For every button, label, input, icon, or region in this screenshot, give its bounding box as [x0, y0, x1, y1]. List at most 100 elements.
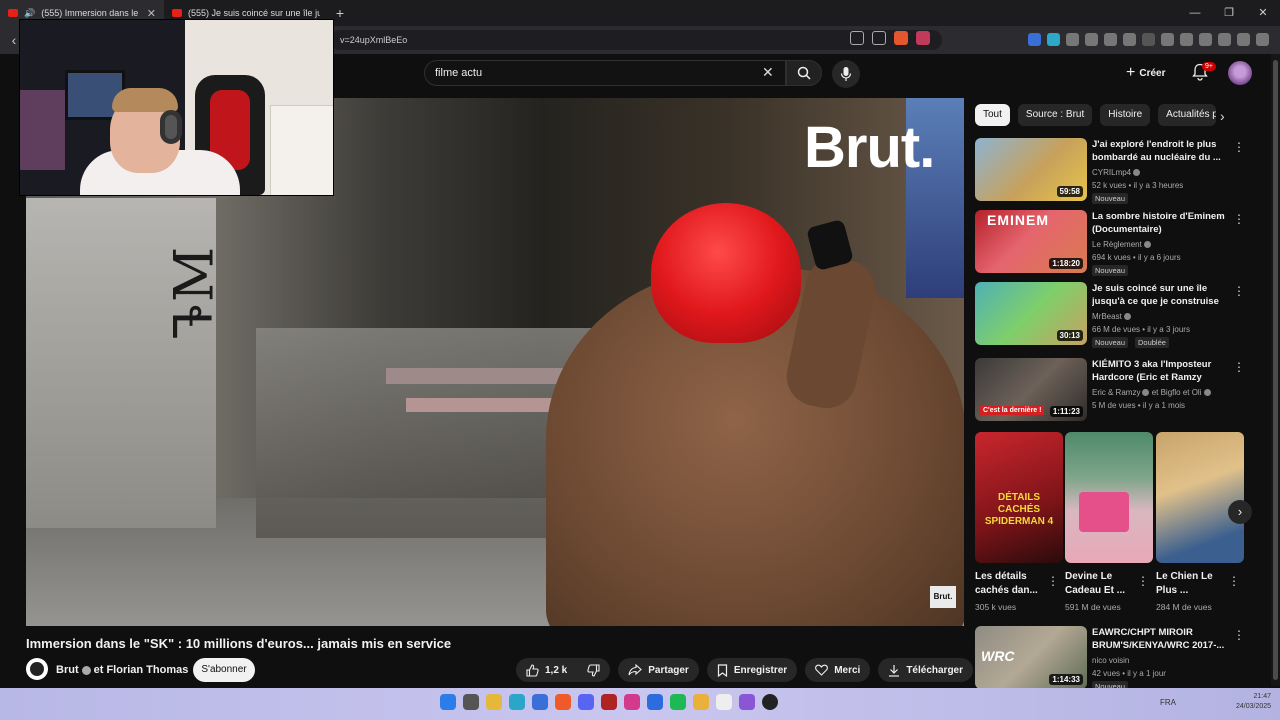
file-explorer-icon[interactable]	[486, 694, 502, 710]
webcam-person-hair	[112, 88, 178, 112]
channel-avatar[interactable]	[26, 658, 48, 680]
video-thumbnail[interactable]: EMINEM 1:18:20	[975, 210, 1087, 273]
collab-text[interactable]: et Florian Thomas	[94, 664, 189, 676]
kebab-menu-icon[interactable]: ⋮	[1233, 212, 1245, 226]
kebab-menu-icon[interactable]: ⋮	[1137, 574, 1149, 588]
kebab-menu-icon[interactable]: ⋮	[1233, 628, 1245, 642]
download-button[interactable]: Télécharger	[878, 658, 974, 682]
mail-icon[interactable]	[532, 694, 548, 710]
ai-icon[interactable]	[1218, 33, 1231, 46]
close-tab-icon[interactable]: ✕	[147, 7, 156, 20]
tab-title: (555) Immersion dans le "SK"	[41, 8, 141, 18]
app-icon[interactable]	[739, 694, 755, 710]
short-item[interactable]: Devine Le Cadeau Et ... 591 M de vues ⋮	[1065, 432, 1153, 612]
channel-text: Eric & Ramzy	[1092, 388, 1141, 397]
vpn-icon[interactable]	[1237, 33, 1250, 46]
kebab-menu-icon[interactable]: ⋮	[1228, 574, 1240, 588]
extension-icon[interactable]	[1123, 33, 1136, 46]
discord-icon[interactable]	[578, 694, 594, 710]
puzzle-icon[interactable]	[1104, 33, 1117, 46]
account-avatar[interactable]	[1228, 61, 1252, 85]
brave-shield-icon[interactable]	[894, 31, 908, 45]
video-thumbnail[interactable]: WRC 1:14:33	[975, 626, 1087, 689]
obs-icon[interactable]	[762, 694, 778, 710]
kebab-menu-icon[interactable]: ⋮	[1047, 574, 1059, 588]
extension-icon[interactable]	[1028, 33, 1041, 46]
short-thumbnail[interactable]	[1156, 432, 1244, 563]
recommendation-item[interactable]: 30:13 Je suis coincé sur une île jusqu'à…	[975, 282, 1265, 348]
system-tray-lang[interactable]: FRA	[1160, 698, 1176, 707]
kebab-menu-icon[interactable]: ⋮	[1233, 140, 1245, 154]
speaker-icon[interactable]: 🔊	[24, 8, 35, 19]
youtube-favicon-icon	[8, 9, 18, 17]
rewards-icon[interactable]	[916, 31, 930, 45]
thumbnail-text: EMINEM	[987, 212, 1049, 228]
duration-badge: 1:14:33	[1049, 674, 1083, 685]
clear-search-icon[interactable]: ✕	[762, 64, 774, 81]
short-item[interactable]: Le Chien Le Plus ... 284 M de vues ⋮	[1156, 432, 1244, 612]
video-thumbnail[interactable]: 59:58	[975, 138, 1087, 201]
channel-name-text[interactable]: Brut	[56, 664, 79, 676]
chevron-right-icon[interactable]: ›	[1220, 108, 1225, 124]
music-icon[interactable]	[1161, 33, 1174, 46]
search-input[interactable]: filme actu	[424, 60, 786, 86]
minimize-icon[interactable]: —	[1178, 0, 1212, 26]
filter-chips: Tout Source : Brut Histoire Actualités p…	[975, 104, 1217, 126]
create-button[interactable]: + Créer	[1126, 62, 1165, 84]
short-item[interactable]: DÉTAILS CACHÉS SPIDERMAN 4 Les détails c…	[975, 432, 1063, 612]
extension-icon[interactable]	[1047, 33, 1060, 46]
page-scrollbar[interactable]	[1271, 54, 1280, 686]
recommendation-item[interactable]: WRC 1:14:33 EAWRC/CHPT MIROIR BRUM'S/KEN…	[975, 626, 1265, 692]
menu-icon[interactable]	[1256, 33, 1269, 46]
windows-start-icon[interactable]	[440, 694, 456, 710]
chip-history[interactable]: Histoire	[1100, 104, 1151, 126]
like-button[interactable]: 1,2 k	[516, 658, 611, 682]
save-button[interactable]: Enregistrer	[706, 658, 798, 682]
extension-icon[interactable]	[1142, 33, 1155, 46]
recommendation-item[interactable]: EMINEM 1:18:20 La sombre histoire d'Emin…	[975, 210, 1265, 276]
extension-icon[interactable]	[1066, 33, 1079, 46]
app-icon[interactable]	[624, 694, 640, 710]
taskbar-clock[interactable]: 21:47 24/03/2025	[1236, 692, 1271, 712]
thanks-button[interactable]: Merci	[805, 658, 871, 682]
shorts-next-button[interactable]: ›	[1228, 500, 1252, 524]
spotify-icon[interactable]	[670, 694, 686, 710]
restore-icon[interactable]: ❐	[1212, 0, 1246, 26]
chip-source-brut[interactable]: Source : Brut	[1017, 104, 1093, 126]
short-title: Les détails cachés dan...	[975, 571, 1038, 596]
sidebar-toggle-icon[interactable]	[1180, 33, 1193, 46]
brave-icon[interactable]	[555, 694, 571, 710]
cast-icon[interactable]	[850, 31, 864, 45]
extension-icon[interactable]	[1085, 33, 1098, 46]
thumbs-down-icon[interactable]	[587, 663, 600, 677]
recommendation-item[interactable]: 59:58 J'ai exploré l'endroit le plus bom…	[975, 138, 1265, 204]
share-button[interactable]: Partager	[618, 658, 699, 682]
recommendation-item[interactable]: C'est la dernière ! 1:11:23 KIÉMITO 3 ak…	[975, 358, 1265, 424]
short-thumbnail[interactable]: DÉTAILS CACHÉS SPIDERMAN 4	[975, 432, 1063, 563]
wallet-icon[interactable]	[1199, 33, 1212, 46]
video-thumbnail[interactable]: C'est la dernière ! 1:11:23	[975, 358, 1087, 421]
chrome-icon[interactable]	[693, 694, 709, 710]
chip-news[interactable]: Actualités po	[1158, 104, 1217, 126]
subscribe-button[interactable]: S'abonner	[193, 658, 255, 682]
short-thumbnail[interactable]	[1065, 432, 1153, 563]
share-page-icon[interactable]	[872, 31, 886, 45]
close-window-icon[interactable]: ✕	[1246, 0, 1280, 26]
video-thumbnail[interactable]: 30:13	[975, 282, 1087, 345]
channel-watermark[interactable]: Brut.	[930, 586, 956, 608]
scrollbar-thumb[interactable]	[1273, 60, 1278, 680]
edge-icon[interactable]	[509, 694, 525, 710]
kebab-menu-icon[interactable]: ⋮	[1233, 360, 1245, 374]
search-button[interactable]	[786, 60, 822, 86]
voice-search-button[interactable]	[832, 60, 860, 88]
app-icon[interactable]	[647, 694, 663, 710]
search-value: filme actu	[435, 67, 483, 79]
kebab-menu-icon[interactable]: ⋮	[1233, 284, 1245, 298]
chevron-right-icon: ›	[1237, 504, 1243, 519]
app-icon[interactable]	[716, 694, 732, 710]
channel-name[interactable]: Brut et Florian Thomas	[56, 664, 188, 676]
recommendation-channel: Le Règlement	[1092, 240, 1151, 249]
chip-all[interactable]: Tout	[975, 104, 1010, 126]
app-icon[interactable]	[601, 694, 617, 710]
search-taskbar-icon[interactable]	[463, 694, 479, 710]
